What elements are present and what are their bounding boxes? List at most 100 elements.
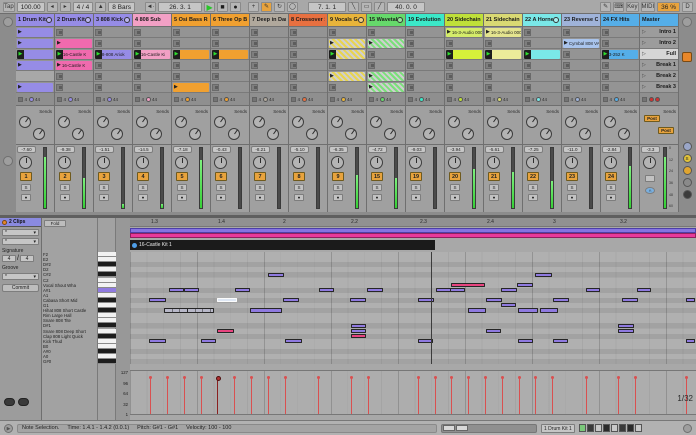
clip-stop-button[interactable] — [173, 72, 180, 80]
clip-slot[interactable]: ▶ — [328, 49, 366, 60]
send-b-knob[interactable] — [462, 128, 474, 140]
clip-slot[interactable]: ▶ 16-Castle K — [55, 60, 93, 71]
clip-slot[interactable]: ▶ — [328, 71, 366, 82]
clip-playing-icon[interactable]: ▶ — [524, 49, 531, 59]
track-header[interactable]: 2 Drum Kit — [55, 14, 93, 27]
midi-note[interactable] — [268, 272, 284, 277]
clip-slot[interactable] — [406, 38, 444, 49]
send-b-knob[interactable] — [150, 128, 162, 140]
clip-playing[interactable]: ▶ — [173, 49, 209, 59]
master-volume-value[interactable]: -3.3 — [641, 146, 660, 153]
clip-stop-button[interactable] — [251, 72, 258, 80]
follow-button[interactable]: ◄· — [145, 1, 157, 12]
arm-preview-button[interactable]: ● — [567, 194, 577, 201]
clip-slot[interactable]: ▶ 16-Castle Ki — [133, 49, 171, 60]
clip-stop-button[interactable] — [56, 28, 63, 36]
send-a-knob[interactable] — [409, 116, 421, 128]
clip-slot[interactable] — [523, 27, 561, 38]
midi-note[interactable] — [486, 328, 501, 333]
clip-stop-button[interactable] — [485, 72, 492, 80]
send-b-knob[interactable] — [267, 128, 279, 140]
clip-slot[interactable] — [406, 27, 444, 38]
clip-stop-button[interactable] — [524, 72, 531, 80]
metronome-button[interactable]: ▲ — [95, 1, 107, 12]
send-a-knob[interactable] — [214, 116, 226, 128]
clip-slot[interactable]: ▶ — [367, 38, 405, 49]
volume-value[interactable]: -7.25 — [524, 146, 543, 153]
track-header[interactable]: 15 Wavetab — [367, 14, 405, 27]
clip-slot[interactable]: ▶ — [367, 82, 405, 93]
clip-stop-button[interactable] — [251, 61, 258, 69]
clip-slot[interactable] — [367, 27, 405, 38]
clip-play-icon[interactable]: ▶ — [368, 83, 374, 92]
key-map-button[interactable]: Key — [626, 1, 639, 12]
device-mini-icon[interactable] — [594, 424, 602, 432]
clip-playing-icon[interactable]: ▶ — [134, 49, 141, 59]
clip-play-icon[interactable]: ▶ — [329, 72, 335, 81]
scene-slot[interactable]: ▷ Intro 1 — [640, 27, 678, 38]
track-activator-button[interactable]: 9 — [332, 172, 344, 181]
clip[interactable]: ▶ 16-3-Audio 000 — [485, 27, 521, 37]
track-stop-all-button[interactable] — [174, 96, 179, 102]
notes-box-toggle[interactable] — [4, 398, 15, 406]
clip-stop-button[interactable] — [446, 83, 453, 91]
master-pan-knob[interactable] — [643, 156, 656, 169]
clip-slot[interactable] — [562, 71, 600, 82]
clip-slot[interactable] — [601, 82, 639, 93]
velocity-stem[interactable] — [232, 375, 237, 414]
clip-stop-button[interactable] — [563, 28, 570, 36]
send-a-knob[interactable] — [526, 116, 538, 128]
midi-note[interactable] — [518, 339, 533, 344]
velocity-stem[interactable] — [584, 375, 589, 414]
velocity-stem[interactable] — [165, 375, 170, 414]
send-b-knob[interactable] — [501, 128, 513, 140]
track-stop-all-button[interactable] — [486, 96, 491, 102]
volume-value[interactable]: -9.03 — [407, 146, 426, 153]
track-stop-all-button[interactable] — [408, 96, 413, 102]
arm-preview-button[interactable]: ● — [411, 194, 421, 201]
pan-knob[interactable] — [175, 156, 188, 169]
clip-stop-button[interactable] — [407, 72, 414, 80]
track-stop-all-button[interactable] — [564, 96, 569, 102]
current-track-badge[interactable]: 1 Drum Kit 1 — [541, 423, 575, 433]
midi-note[interactable] — [637, 288, 651, 293]
record-button[interactable]: ● — [230, 1, 242, 12]
volume-value[interactable]: -3.94 — [446, 146, 465, 153]
track-stop-all-button[interactable] — [330, 96, 335, 102]
zoom-handle-left[interactable] — [443, 425, 455, 431]
midi-note[interactable] — [149, 339, 166, 344]
clip-stop-button[interactable] — [134, 72, 141, 80]
track-header[interactable]: 7 Deep in Dark — [250, 14, 288, 27]
clip-stop-button[interactable] — [134, 83, 141, 91]
midi-note[interactable] — [468, 308, 486, 313]
midi-note[interactable] — [686, 298, 695, 303]
arm-preview-button[interactable]: ● — [21, 194, 31, 201]
send-b-knob[interactable] — [423, 128, 435, 140]
master-track-header[interactable]: Master — [640, 14, 678, 27]
clip-play-icon[interactable]: ▶ — [329, 39, 335, 48]
velocity-stem[interactable] — [550, 375, 555, 414]
draw-mode-button[interactable]: ✎ — [261, 1, 273, 12]
volume-value[interactable]: -1.51 — [95, 146, 114, 153]
clip-stop-button[interactable] — [95, 28, 102, 36]
clip-slot[interactable]: ▶ 16-3-Audio 000 — [484, 27, 522, 38]
velocity-stem[interactable] — [517, 375, 522, 414]
track-stop-all-button[interactable] — [96, 96, 101, 102]
clip-stop-button[interactable] — [602, 83, 609, 91]
track-activator-button[interactable]: 19 — [410, 172, 422, 181]
midi-note[interactable] — [553, 339, 568, 344]
clip-stop-button[interactable] — [407, 39, 414, 47]
master-side-button[interactable] — [682, 190, 692, 199]
clip-stop-button[interactable] — [212, 72, 219, 80]
clip-stop-button[interactable] — [368, 28, 375, 36]
midi-note[interactable] — [351, 323, 366, 328]
clip-stop-button[interactable] — [602, 39, 609, 47]
clip[interactable]: ▶ — [368, 38, 404, 48]
clip-stop-button[interactable] — [329, 83, 336, 91]
clip-slot[interactable] — [289, 38, 327, 49]
pan-knob[interactable] — [58, 156, 71, 169]
pan-knob[interactable] — [448, 156, 461, 169]
clip-play-icon[interactable]: ▶ — [56, 39, 62, 48]
send-a-knob[interactable] — [370, 116, 382, 128]
track-activator-button[interactable]: 1 — [20, 172, 32, 181]
